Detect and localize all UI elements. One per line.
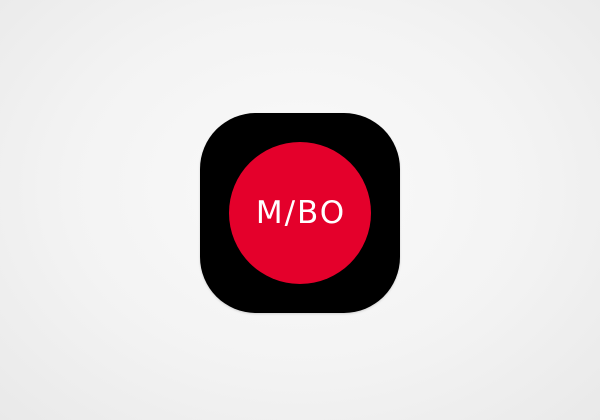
mibo-app-icon[interactable]: M/BO	[200, 113, 400, 313]
logo-circle: M/BO	[229, 142, 371, 284]
logo-text: M/BO	[255, 194, 347, 231]
